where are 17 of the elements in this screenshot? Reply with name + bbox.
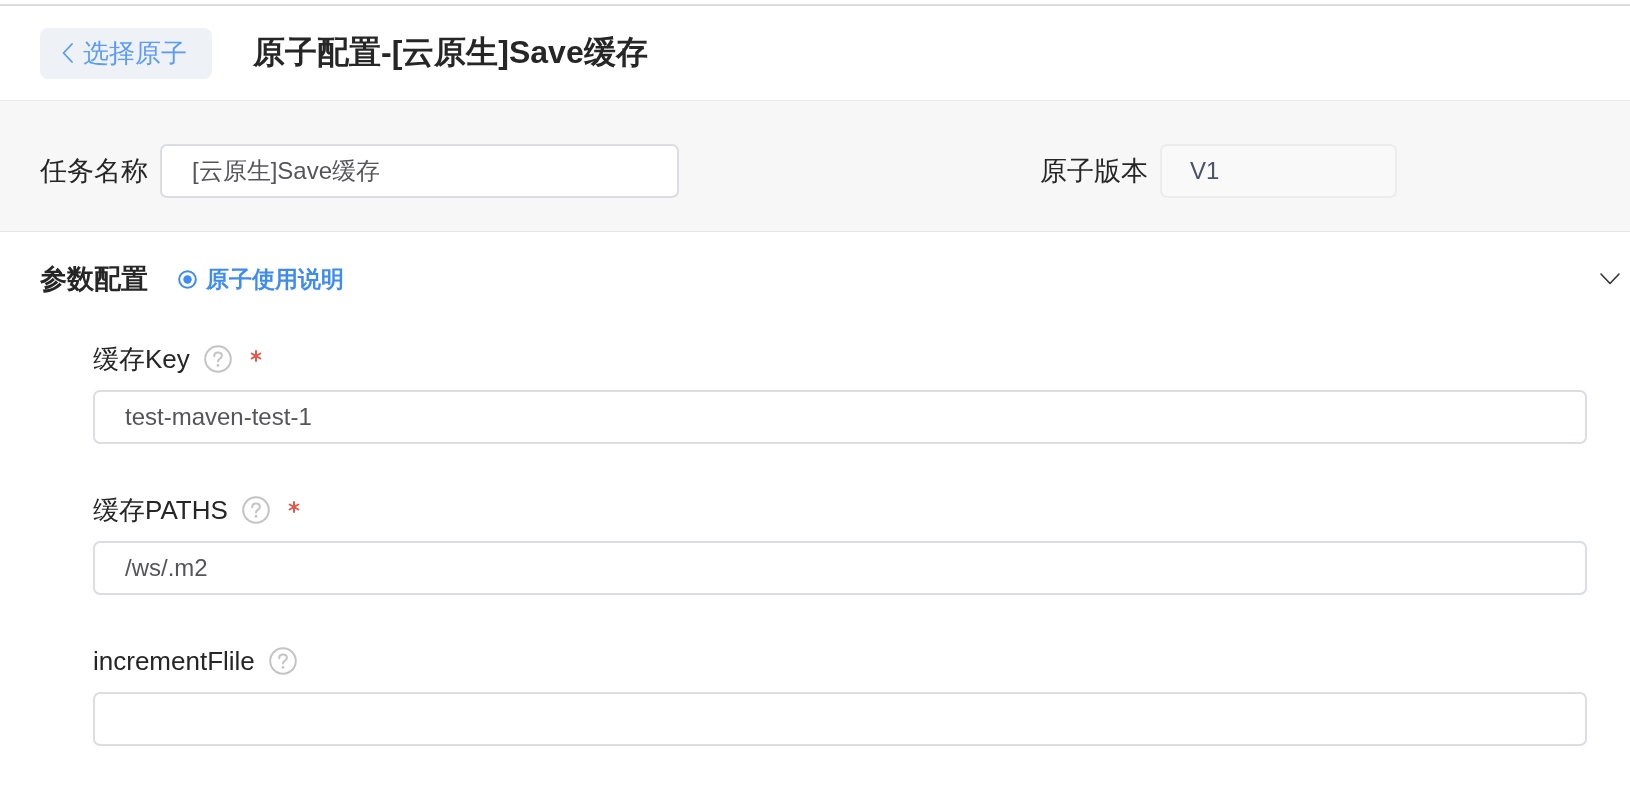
section-title: 参数配置 [40,263,148,296]
field-label: 缓存PATHS [93,493,228,527]
input-field[interactable] [93,692,1587,746]
field-label: 原子版本 [1040,155,1148,188]
target-icon [178,269,197,289]
input-field[interactable]: /ws/.m2 [93,541,1587,595]
input-field[interactable]: [云原生]Save缓存 [160,144,679,198]
field-label: incrementFlile [93,645,255,677]
help-icon[interactable] [203,345,232,373]
chevron-left-icon [62,43,73,63]
help-icon[interactable] [241,496,270,524]
chevron-down-icon[interactable] [1600,273,1620,285]
input-field[interactable]: test-maven-test-1 [93,390,1587,444]
help-icon[interactable] [268,647,297,675]
field-label: 任务名称 [40,155,148,188]
field-label: 缓存Key [93,342,190,376]
page-title: 原子配置-[云原生]Save缓存 [253,33,648,72]
